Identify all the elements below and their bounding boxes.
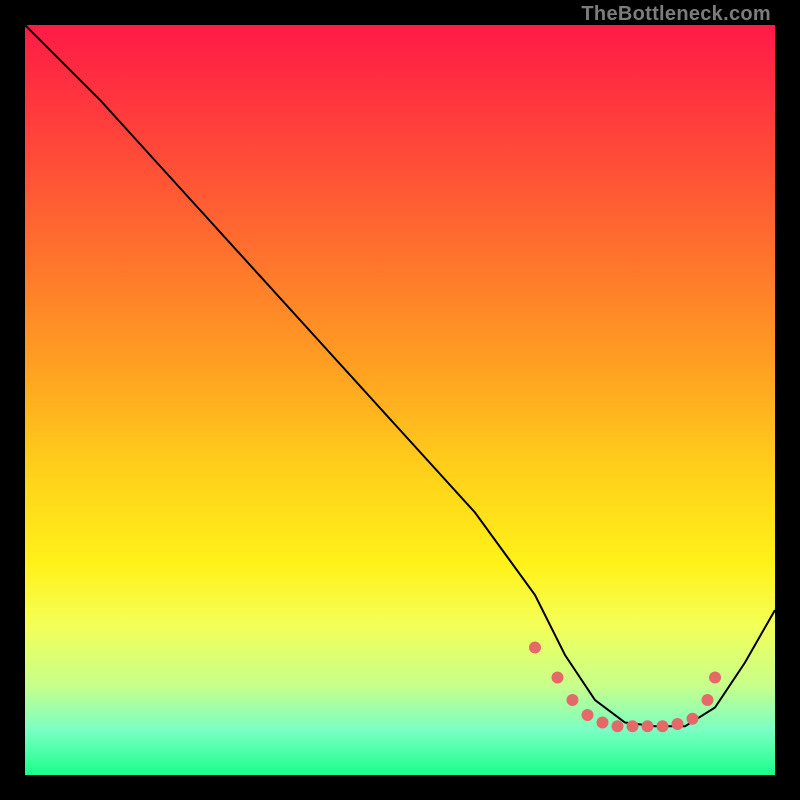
curve-dot [597,717,609,729]
curve-dot [529,642,541,654]
curve-dot [687,713,699,725]
curve-dot [642,720,654,732]
curve-dot [582,709,594,721]
curve-dot [702,694,714,706]
curve-dot [672,718,684,730]
chart-frame: TheBottleneck.com [25,25,775,775]
curve-dot [709,672,721,684]
bottleneck-curve [25,25,775,726]
curve-dot [627,720,639,732]
curve-dots-group [529,642,721,733]
curve-dot [552,672,564,684]
curve-dot [612,720,624,732]
curve-svg [25,25,775,775]
curve-dot [567,694,579,706]
watermark-label: TheBottleneck.com [581,3,771,26]
curve-dot [657,720,669,732]
